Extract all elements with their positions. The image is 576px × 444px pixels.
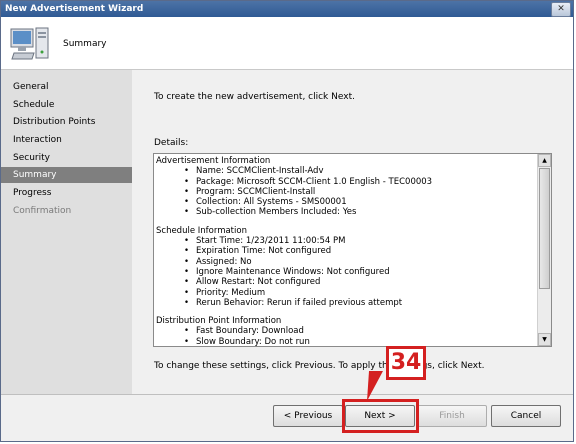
sidebar-item-general[interactable]: General: [1, 79, 132, 95]
details-section-heading: Distribution Point Information: [156, 316, 282, 327]
sidebar-item-distribution-points[interactable]: Distribution Points: [1, 114, 132, 130]
sidebar-item-security[interactable]: Security: [1, 150, 132, 166]
details-textbox[interactable]: Advertisement InformationName: SCCMClien…: [153, 153, 552, 347]
wizard-window: New Advertisement Wizard ✕ Summary Gener…: [0, 0, 574, 442]
page-title: Summary: [63, 39, 107, 49]
details-item: Package: Microsoft SCCM-Client 1.0 Engli…: [156, 177, 536, 188]
details-item: Collection: All Systems - SMS00001: [156, 197, 536, 208]
highlight-box: [342, 399, 419, 433]
wizard-header: Summary: [1, 17, 573, 70]
sidebar-item-summary[interactable]: Summary: [1, 167, 132, 183]
wizard-content: To create the new advertisement, click N…: [133, 70, 573, 394]
intro-text: To create the new advertisement, click N…: [154, 92, 355, 102]
details-item: Expiration Time: Not configured: [156, 246, 536, 257]
details-section-heading: Advertisement Information: [156, 156, 271, 166]
title-bar: New Advertisement Wizard ✕: [1, 1, 573, 17]
scroll-up-icon[interactable]: ▲: [538, 154, 551, 167]
cancel-button[interactable]: Cancel: [491, 405, 561, 427]
details-item: Slow Boundary: Do not run: [156, 337, 536, 346]
details-item: Start Time: 1/23/2011 11:00:54 PM: [156, 236, 536, 247]
sidebar-item-interaction[interactable]: Interaction: [1, 132, 132, 148]
details-lines: Advertisement InformationName: SCCMClien…: [156, 156, 536, 346]
details-item: Program: SCCMClient-Install: [156, 187, 536, 198]
button-separator: [1, 394, 573, 395]
previous-button[interactable]: < Previous: [273, 405, 343, 427]
details-spacer: [156, 218, 536, 226]
details-item: Allow Restart: Not configured: [156, 277, 536, 288]
details-item: Name: SCCMClient-Install-Adv: [156, 166, 536, 177]
details-item: Ignore Maintenance Windows: Not configur…: [156, 267, 536, 278]
details-section-heading: Schedule Information: [156, 225, 247, 236]
scroll-thumb[interactable]: [539, 168, 550, 289]
details-item: Fast Boundary: Download: [156, 326, 536, 337]
sidebar-item-confirmation: Confirmation: [13, 206, 72, 216]
step-number-badge: 34: [386, 346, 426, 380]
details-label: Details:: [154, 138, 189, 148]
details-item: Sub-collection Members Included: Yes: [156, 207, 536, 218]
sidebar-item-schedule[interactable]: Schedule: [1, 97, 132, 113]
details-scrollbar[interactable]: ▲ ▼: [537, 154, 551, 346]
computer-icon: [10, 27, 49, 60]
sidebar-item-progress[interactable]: Progress: [1, 185, 132, 201]
footer-instruction: To change these settings, click Previous…: [154, 361, 485, 371]
details-spacer: [156, 308, 536, 316]
finish-button: Finish: [417, 405, 487, 427]
window-title: New Advertisement Wizard: [5, 4, 144, 14]
details-item: Rerun Behavior: Rerun if failed previous…: [156, 298, 536, 309]
wizard-sidebar: General Schedule Distribution Points Int…: [1, 70, 132, 394]
close-icon[interactable]: ✕: [551, 2, 571, 17]
scroll-down-icon[interactable]: ▼: [538, 333, 551, 346]
details-item: Assigned: No: [156, 257, 536, 268]
details-item: Priority: Medium: [156, 288, 536, 299]
